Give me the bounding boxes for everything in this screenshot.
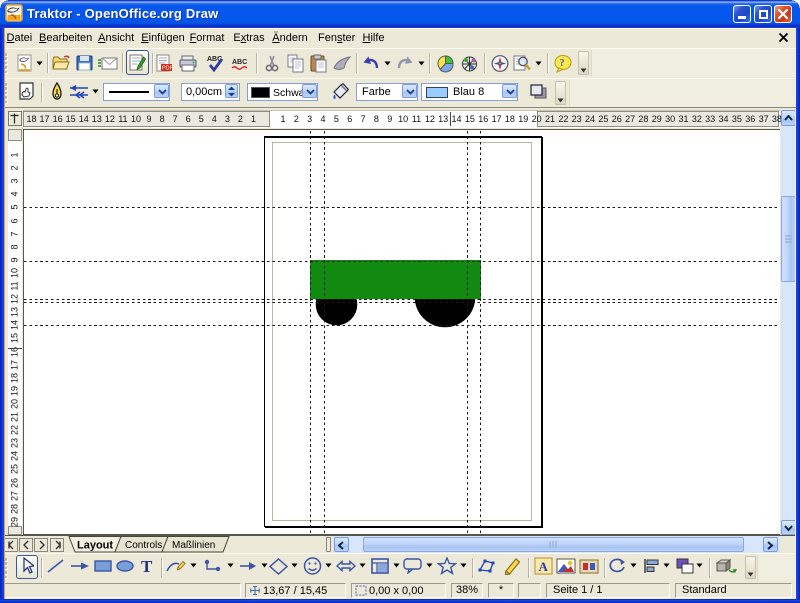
svg-text:T: T [141,557,153,575]
svg-text:?: ? [560,58,565,69]
svg-text:PDF: PDF [162,66,173,72]
svg-text:ABC: ABC [232,59,247,66]
svg-text:A: A [539,559,549,574]
svg-text:Controls: Controls [125,540,162,551]
svg-text:Layout: Layout [77,540,113,552]
svg-text:Maßlinien: Maßlinien [172,540,215,551]
